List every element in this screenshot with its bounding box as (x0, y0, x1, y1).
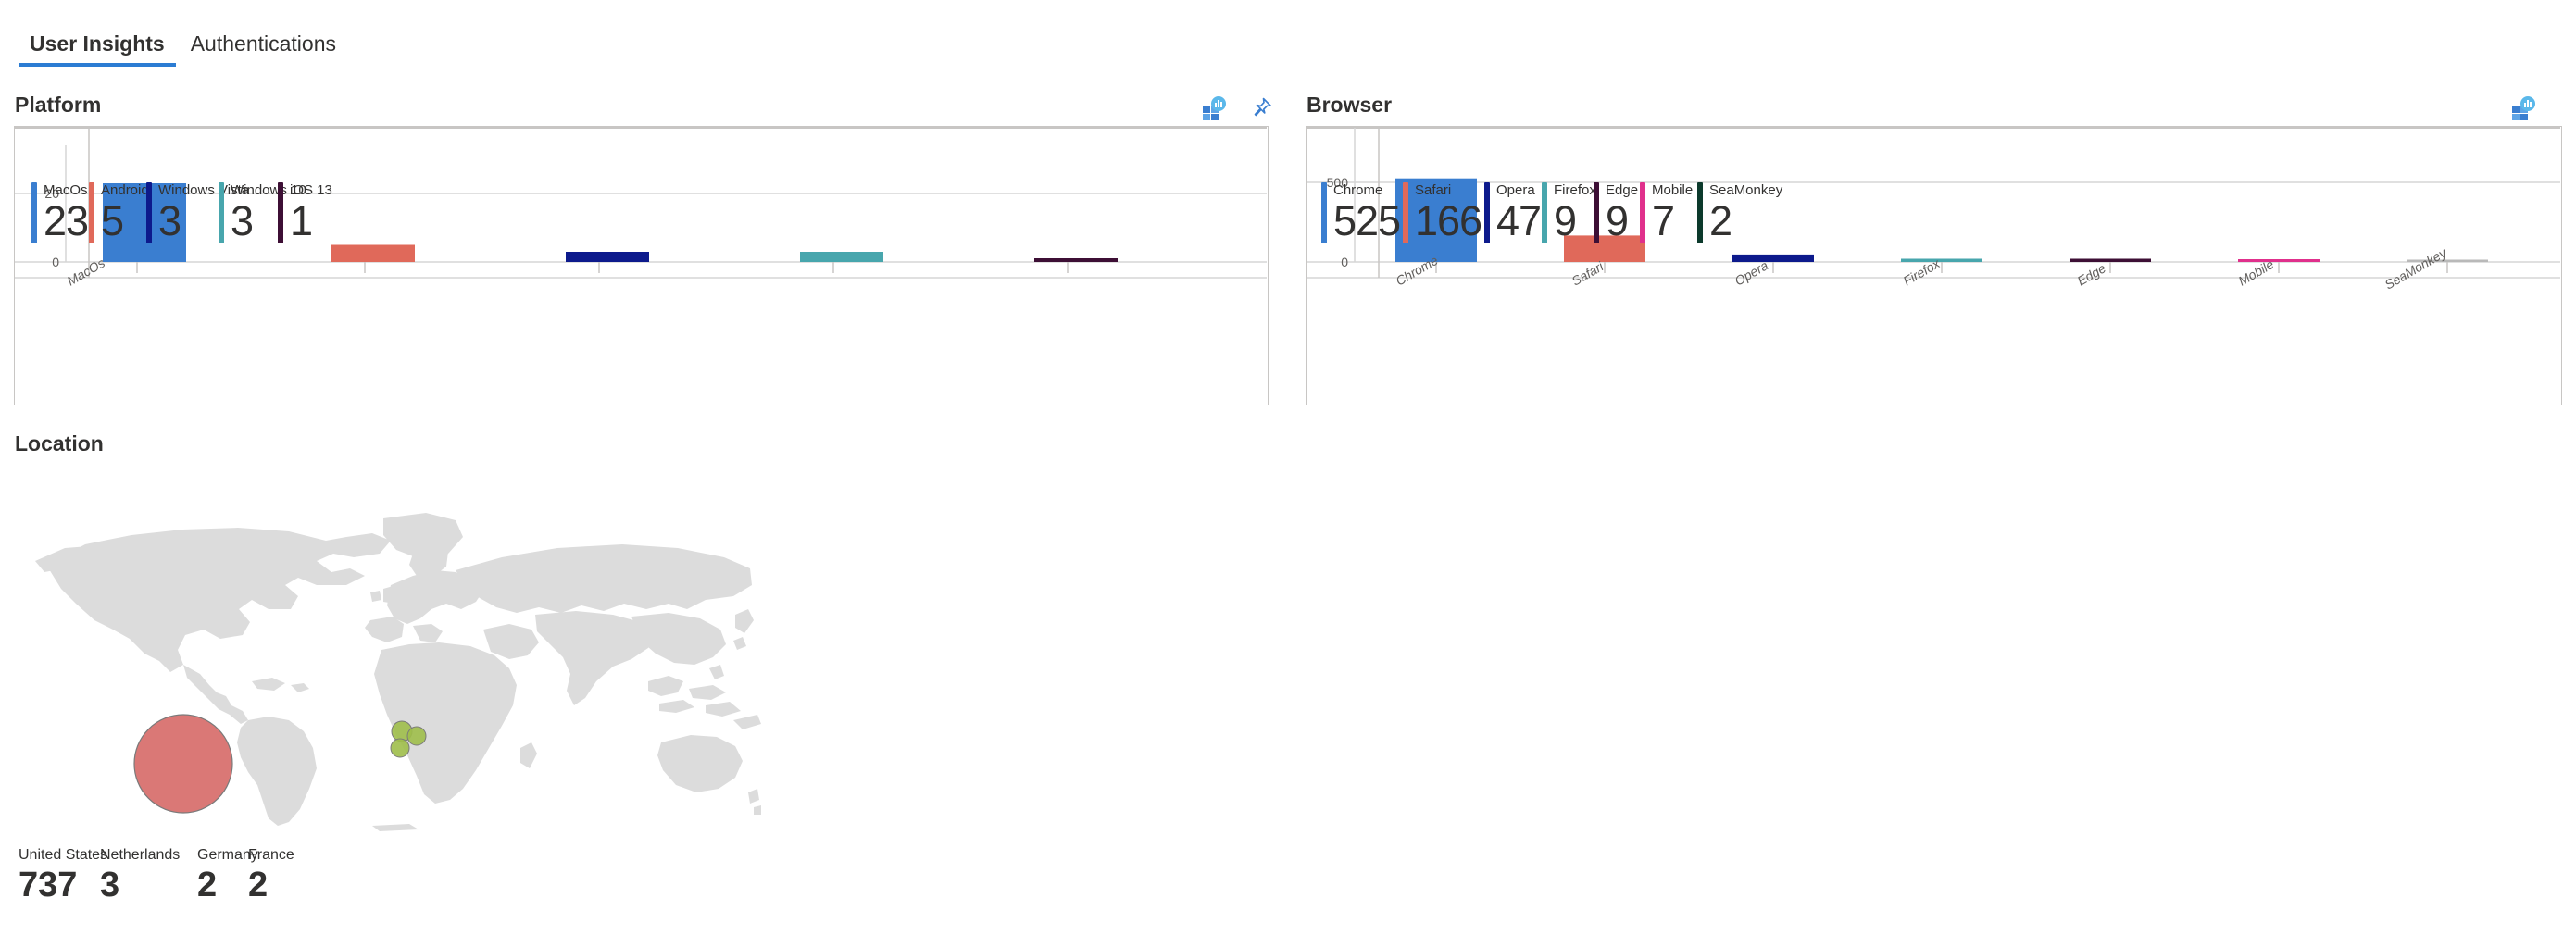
kpi-value: 525 (1333, 197, 1401, 244)
kpi-platform-3[interactable]: Windows 10 3 (219, 182, 306, 243)
chart-tile-icon[interactable] (2509, 94, 2537, 122)
platform-kpi-strip: MacOs 23 Android 5 Windows Vista 3 Windo… (31, 182, 335, 243)
loc-kpi-value: 3 (100, 866, 120, 904)
tab-user-insights-label: User Insights (30, 31, 165, 56)
loc-kpi-united-states[interactable]: United States 737 (19, 847, 108, 904)
kpi-browser-5[interactable]: Mobile 7 (1640, 182, 1697, 243)
svg-text:Edge: Edge (2075, 260, 2109, 288)
browser-section-title: Browser (1307, 93, 1393, 117)
kpi-color-bar (1640, 182, 1645, 243)
location-world-map[interactable] (20, 500, 761, 833)
kpi-label: iOS 13 (290, 182, 332, 198)
loc-kpi-netherlands[interactable]: Netherlands 3 (100, 847, 197, 904)
loc-kpi-label: Netherlands (100, 847, 181, 863)
kpi-color-bar (31, 182, 37, 243)
kpi-platform-4[interactable]: iOS 13 1 (278, 182, 335, 243)
loc-kpi-france[interactable]: France 2 (248, 847, 299, 904)
kpi-color-bar (278, 182, 283, 243)
svg-text:0: 0 (1341, 255, 1348, 269)
browser-kpi-strip: Chrome 525 Safari 166 Opera 47 Firefox 9 (1321, 182, 1783, 244)
kpi-label: Firefox (1554, 182, 1596, 198)
kpi-color-bar (1403, 182, 1408, 243)
kpi-value: 7 (1652, 197, 1675, 244)
pin-icon[interactable] (1246, 94, 1274, 122)
map-bubble-united-states (133, 714, 233, 814)
map-bubble-germany (406, 726, 427, 746)
kpi-value: 1 (290, 197, 313, 244)
loc-kpi-label: Germany (197, 847, 258, 863)
chart-tile-icon[interactable] (1200, 94, 1228, 122)
loc-kpi-label: United States (19, 847, 108, 863)
browser-header-icons (2509, 94, 2537, 122)
kpi-color-bar (1321, 182, 1327, 243)
platform-card: 20 0 MacOs MacOs 23 Android 5 Windows Vi… (14, 126, 1269, 405)
kpi-label: Opera (1496, 182, 1535, 198)
tab-authentications-label: Authentications (190, 31, 336, 56)
kpi-platform-1[interactable]: Android 5 (89, 182, 149, 244)
platform-section-title: Platform (15, 93, 102, 117)
browser-bar-chart[interactable]: 500 0 Chrome Safari Opera Firefox Edge M… (1307, 127, 2561, 405)
kpi-value: 2 (1709, 197, 1732, 244)
browser-card: 500 0 Chrome Safari Opera Firefox Edge M… (1306, 126, 2562, 405)
kpi-value: 9 (1606, 197, 1629, 244)
kpi-color-bar (1542, 182, 1547, 243)
kpi-browser-4[interactable]: Edge 9 (1594, 182, 1640, 243)
kpi-platform-2[interactable]: Windows Vista 3 (146, 182, 249, 243)
kpi-browser-3[interactable]: Firefox 9 (1542, 182, 1596, 244)
loc-kpi-label: France (248, 847, 294, 863)
kpi-platform-0[interactable]: MacOs 23 (31, 182, 89, 243)
svg-text:MacOs: MacOs (65, 256, 107, 289)
main-tab-bar: User Insights Authentications (0, 0, 2576, 67)
loc-kpi-value: 2 (197, 866, 218, 904)
kpi-color-bar (1594, 182, 1599, 243)
map-bubble-france (390, 738, 410, 758)
kpi-value: 23 (44, 197, 89, 244)
platform-header-icons (1200, 94, 1274, 122)
kpi-color-bar (1484, 182, 1490, 243)
kpi-color-bar (219, 182, 224, 243)
kpi-value: 166 (1415, 197, 1482, 244)
kpi-browser-1[interactable]: Safari 166 (1403, 182, 1484, 243)
kpi-label: Mobile (1652, 182, 1694, 198)
kpi-browser-6[interactable]: SeaMonkey 2 (1697, 182, 1783, 244)
kpi-color-bar (146, 182, 152, 243)
location-section-title: Location (15, 431, 104, 455)
svg-text:0: 0 (52, 255, 59, 269)
kpi-label: SeaMonkey (1709, 182, 1783, 198)
kpi-label: Chrome (1333, 182, 1383, 198)
kpi-browser-2[interactable]: Opera 47 (1484, 182, 1542, 243)
kpi-value: 5 (101, 197, 124, 244)
kpi-browser-0[interactable]: Chrome 525 (1321, 182, 1403, 243)
kpi-label: Android (101, 182, 149, 198)
kpi-value: 9 (1554, 197, 1577, 244)
tab-authentications[interactable]: Authentications (178, 31, 349, 67)
kpi-color-bar (1697, 182, 1703, 243)
svg-text:SeaMonkey: SeaMonkey (2382, 244, 2450, 292)
kpi-label: Edge (1606, 182, 1639, 198)
kpi-color-bar (89, 182, 94, 243)
tab-user-insights[interactable]: User Insights (17, 31, 178, 67)
kpi-value: 47 (1496, 197, 1542, 244)
loc-kpi-value: 737 (19, 866, 78, 904)
platform-bar-chart[interactable]: 20 0 MacOs (15, 127, 1268, 405)
loc-kpi-germany[interactable]: Germany 2 (197, 847, 258, 904)
kpi-label: Safari (1415, 182, 1452, 198)
loc-kpi-value: 2 (248, 866, 269, 904)
svg-text:Safari: Safari (1569, 258, 1607, 289)
location-kpi-strip: United States 737 Netherlands 3 Germany … (19, 847, 299, 904)
kpi-label: MacOs (44, 182, 88, 198)
